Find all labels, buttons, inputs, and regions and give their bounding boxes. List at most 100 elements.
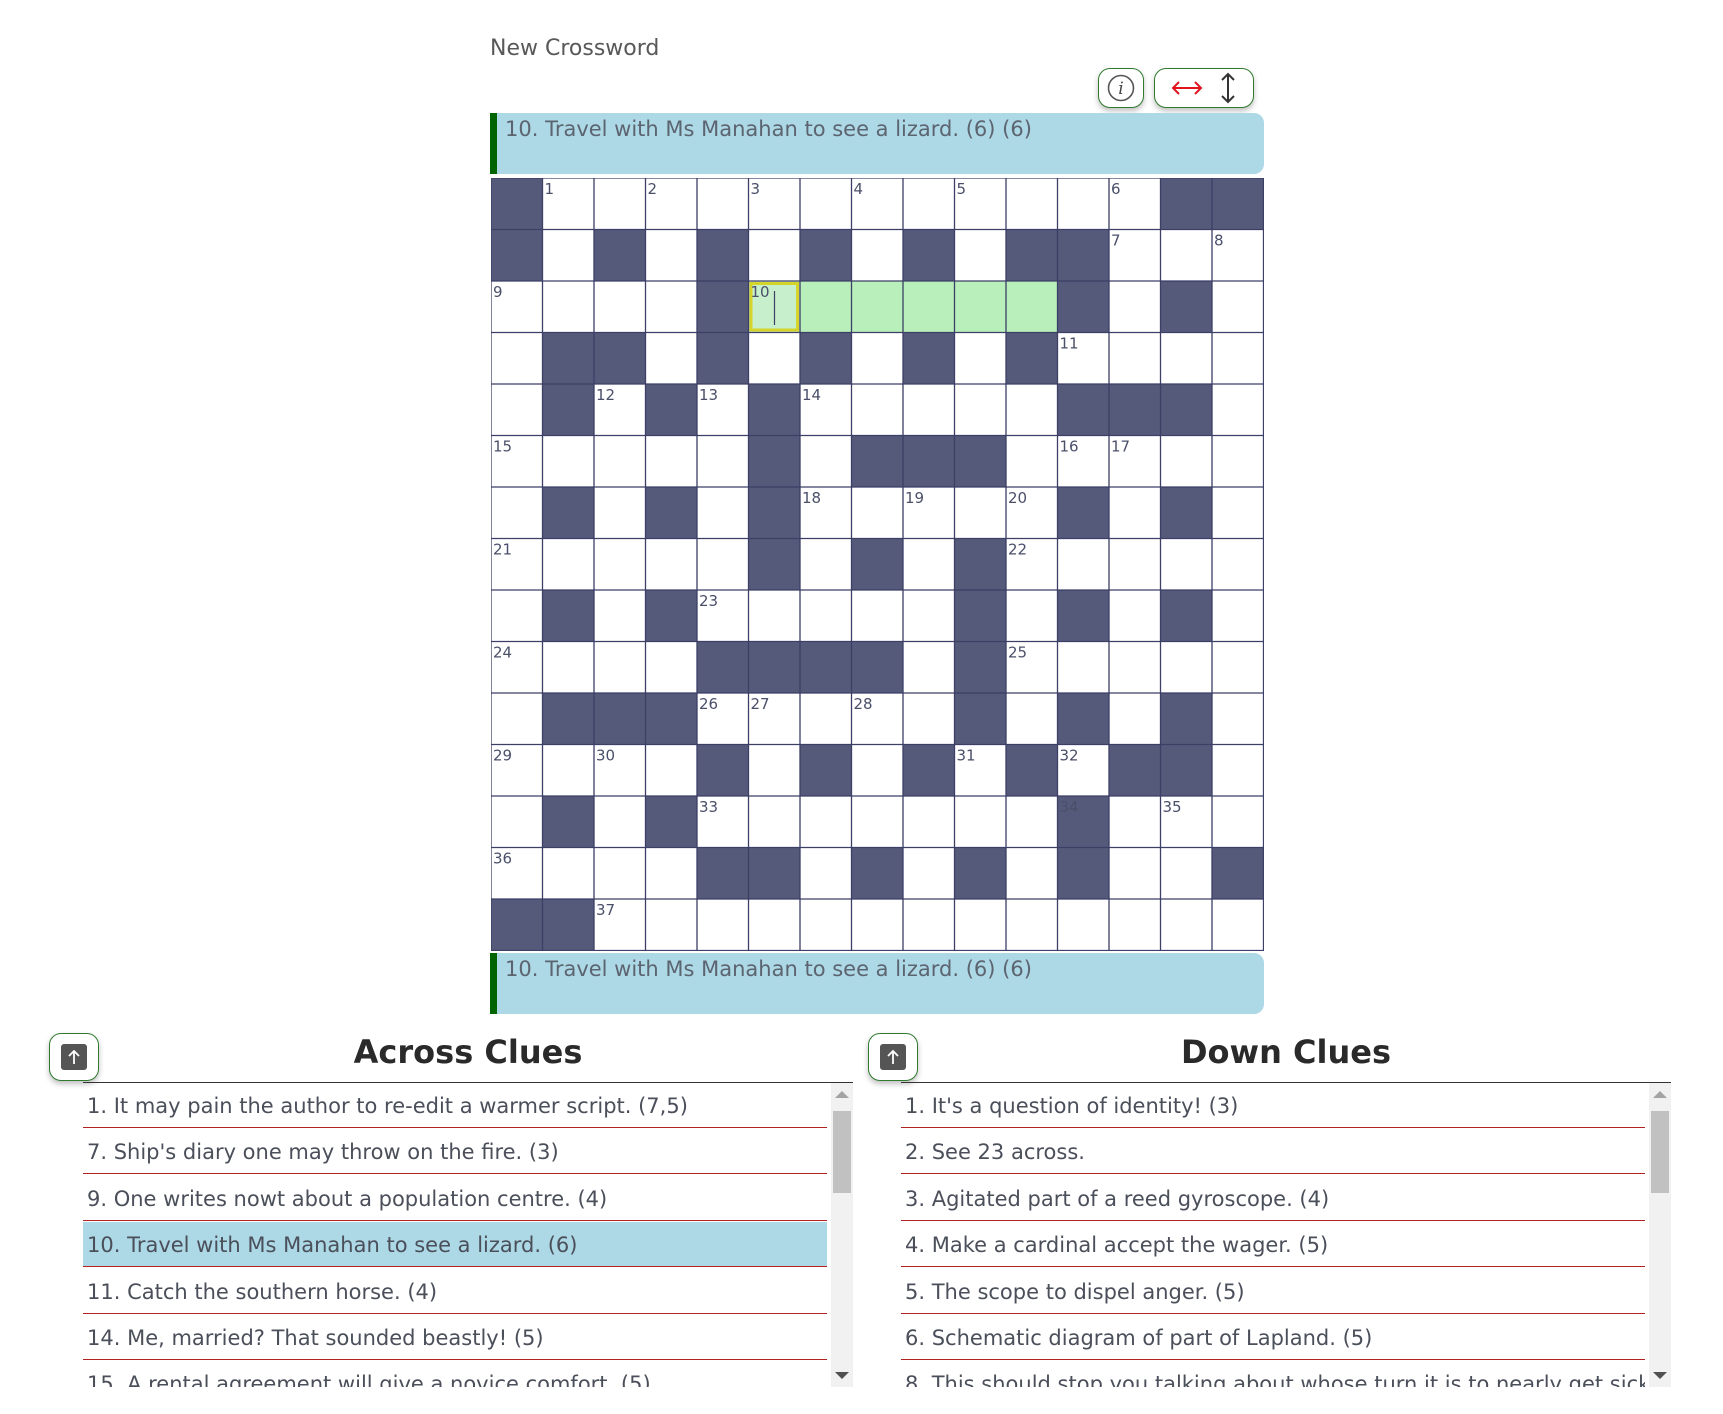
grid-cell[interactable] — [1212, 641, 1264, 694]
grid-cell[interactable] — [1212, 487, 1264, 539]
grid-cell[interactable] — [697, 487, 749, 539]
grid-cell[interactable] — [1212, 384, 1264, 436]
grid-cell[interactable] — [645, 435, 698, 488]
grid-cell[interactable] — [903, 796, 955, 848]
grid-cell[interactable] — [645, 229, 698, 282]
across-clue-item[interactable]: 7. Ship's diary one may throw on the fir… — [83, 1129, 827, 1175]
grid-cell[interactable] — [748, 796, 801, 848]
grid-cell[interactable] — [1109, 847, 1161, 900]
grid-cell[interactable] — [748, 229, 801, 282]
grid-cell[interactable] — [748, 590, 801, 642]
grid-cell[interactable] — [748, 332, 801, 385]
grid-cell[interactable] — [851, 899, 904, 951]
grid-cell[interactable] — [954, 229, 1007, 282]
grid-cell[interactable] — [903, 641, 955, 694]
grid-cell[interactable] — [697, 899, 749, 951]
scroll-up-arrow-icon[interactable] — [835, 1091, 849, 1098]
grid-cell[interactable] — [1006, 847, 1058, 900]
down-clue-item[interactable]: 1. It's a question of identity! (3) — [901, 1083, 1645, 1128]
grid-cell[interactable] — [491, 796, 543, 848]
grid-cell[interactable] — [954, 332, 1007, 385]
grid-cell[interactable] — [800, 178, 852, 230]
grid-cell[interactable] — [1212, 744, 1264, 797]
grid-cell[interactable] — [851, 590, 904, 642]
grid-cell[interactable] — [594, 178, 646, 230]
grid-cell[interactable] — [1109, 899, 1161, 951]
grid-cell[interactable] — [542, 641, 595, 694]
grid-cell[interactable] — [954, 487, 1007, 539]
grid-cell[interactable] — [594, 847, 646, 900]
grid-cell[interactable] — [851, 744, 904, 797]
grid-cell[interactable] — [1109, 796, 1161, 848]
grid-cell[interactable] — [1006, 384, 1058, 436]
grid-cell[interactable] — [594, 590, 646, 642]
grid-cell[interactable] — [800, 899, 852, 951]
grid-cell[interactable] — [594, 487, 646, 539]
grid-cell[interactable] — [645, 847, 698, 900]
across-clue-list[interactable]: 1. It may pain the author to re-edit a w… — [83, 1082, 853, 1387]
grid-cell[interactable] — [1109, 693, 1161, 745]
grid-cell[interactable] — [1006, 178, 1058, 230]
grid-cell[interactable] — [491, 693, 543, 745]
grid-cell[interactable] — [851, 281, 904, 333]
down-clue-item[interactable]: 2. See 23 across. — [901, 1129, 1645, 1175]
grid-cell[interactable] — [800, 435, 852, 488]
grid-cell[interactable] — [800, 847, 852, 900]
grid-cell[interactable] — [1006, 590, 1058, 642]
grid-cell[interactable] — [1006, 693, 1058, 745]
grid-cell[interactable] — [645, 641, 698, 694]
grid-cell[interactable] — [594, 281, 646, 333]
grid-cell[interactable] — [697, 178, 749, 230]
grid-cell[interactable] — [1212, 590, 1264, 642]
grid-cell[interactable] — [954, 796, 1007, 848]
grid-cell[interactable] — [1160, 435, 1213, 488]
grid-cell[interactable] — [1109, 281, 1161, 333]
grid-cell[interactable] — [542, 538, 595, 591]
scroll-thumb[interactable] — [833, 1111, 851, 1193]
down-clue-item[interactable]: 3. Agitated part of a reed gyroscope. (4… — [901, 1176, 1645, 1221]
grid-cell[interactable] — [491, 487, 543, 539]
crossword-grid[interactable]: 1 2 3 4 5 6 7 8 9 10 11 12 13 14 15 16 17 18 19 20 21 22 23 24 2… — [491, 178, 1264, 951]
grid-cell[interactable] — [800, 281, 852, 333]
grid-cell[interactable] — [1160, 641, 1213, 694]
grid-cell[interactable] — [542, 847, 595, 900]
grid-cell[interactable] — [1109, 641, 1161, 694]
grid-cell[interactable] — [1160, 847, 1213, 900]
grid-cell[interactable] — [954, 899, 1007, 951]
grid-cell[interactable] — [800, 796, 852, 848]
grid-cell[interactable] — [594, 538, 646, 591]
grid-cell[interactable] — [1212, 435, 1264, 488]
down-clue-item[interactable]: 5. The scope to dispel anger. (5) — [901, 1269, 1645, 1314]
grid-cell[interactable] — [491, 332, 543, 385]
grid-cell[interactable] — [851, 487, 904, 539]
grid-cell[interactable] — [1057, 641, 1110, 694]
across-clue-item[interactable]: 11. Catch the southern horse. (4) — [83, 1269, 827, 1314]
grid-cell[interactable] — [851, 229, 904, 282]
grid-cell[interactable] — [1057, 538, 1110, 591]
grid-cell[interactable] — [851, 796, 904, 848]
grid-cell[interactable] — [1006, 435, 1058, 488]
grid-cell[interactable] — [1057, 899, 1110, 951]
grid-cell[interactable] — [1160, 229, 1213, 282]
grid-cell[interactable] — [491, 590, 543, 642]
grid-cell[interactable] — [1212, 796, 1264, 848]
grid-cell[interactable] — [542, 744, 595, 797]
down-scrollbar[interactable] — [1649, 1083, 1671, 1387]
grid-cell[interactable] — [903, 590, 955, 642]
down-clue-list[interactable]: 1. It's a question of identity! (3) 2. Se… — [901, 1082, 1671, 1387]
grid-cell[interactable] — [1212, 332, 1264, 385]
grid-cell[interactable] — [594, 796, 646, 848]
grid-cell[interactable] — [903, 384, 955, 436]
grid-cell[interactable] — [1212, 899, 1264, 951]
grid-cell[interactable] — [800, 538, 852, 591]
grid-cell[interactable] — [1006, 796, 1058, 848]
grid-cell[interactable] — [903, 847, 955, 900]
grid-cell[interactable] — [1160, 332, 1213, 385]
grid-cell[interactable] — [954, 384, 1007, 436]
grid-cell[interactable] — [1109, 590, 1161, 642]
orientation-toggle-button[interactable] — [1154, 68, 1254, 108]
grid-cell[interactable] — [645, 332, 698, 385]
grid-cell[interactable] — [903, 693, 955, 745]
across-clue-item[interactable]: 14. Me, married? That sounded beastly! (… — [83, 1315, 827, 1360]
scroll-down-arrow-icon[interactable] — [835, 1372, 849, 1379]
